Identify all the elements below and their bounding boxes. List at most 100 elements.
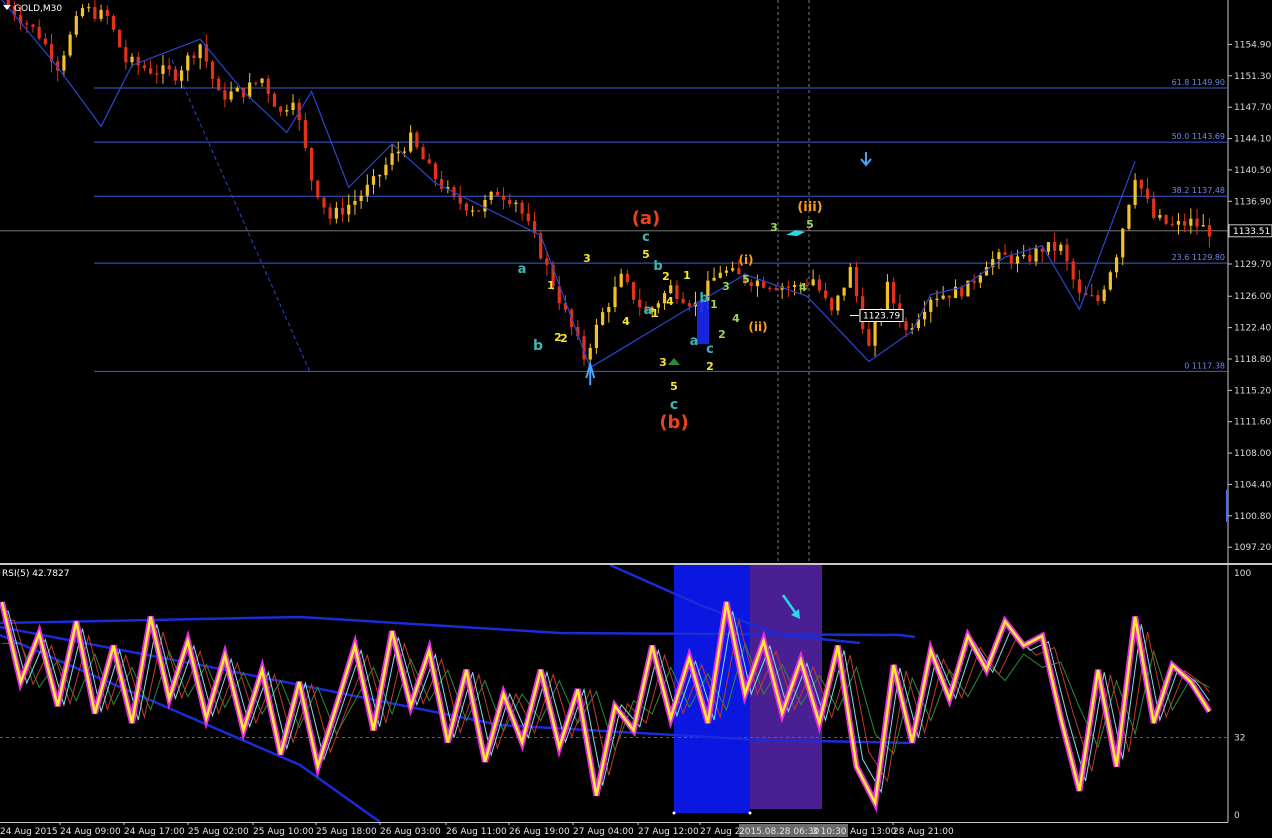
bull-candle[interactable] — [396, 151, 400, 154]
bull-candle[interactable] — [99, 9, 103, 19]
bull-candle[interactable] — [483, 199, 487, 212]
bull-candle[interactable] — [384, 164, 388, 176]
bull-candle[interactable] — [489, 191, 493, 200]
bear-candle[interactable] — [464, 203, 468, 211]
bear-candle[interactable] — [1152, 198, 1156, 218]
bear-candle[interactable] — [111, 15, 116, 30]
bull-candle[interactable] — [731, 268, 735, 271]
bull-candle[interactable] — [186, 55, 190, 71]
bear-candle[interactable] — [1065, 244, 1069, 262]
bull-candle[interactable] — [1046, 242, 1051, 252]
bull-candle[interactable] — [198, 44, 202, 59]
bull-candle[interactable] — [1133, 179, 1137, 205]
bull-candle[interactable] — [235, 87, 239, 92]
bear-candle[interactable] — [254, 82, 258, 84]
bear-candle[interactable] — [303, 120, 308, 149]
bull-candle[interactable] — [1102, 289, 1106, 302]
bear-candle[interactable] — [192, 55, 196, 59]
bear-candle[interactable] — [328, 207, 332, 219]
bear-candle[interactable] — [768, 287, 772, 290]
bear-candle[interactable] — [501, 195, 506, 200]
bull-candle[interactable] — [161, 65, 165, 74]
bear-candle[interactable] — [266, 78, 270, 94]
zigzag-wave-line[interactable] — [1, 0, 1136, 369]
bull-candle[interactable] — [836, 295, 840, 311]
bull-candle[interactable] — [873, 321, 877, 346]
bear-candle[interactable] — [854, 266, 859, 297]
bull-candle[interactable] — [669, 285, 673, 294]
bear-candle[interactable] — [272, 93, 277, 107]
bull-candle[interactable] — [1015, 256, 1020, 264]
bear-candle[interactable] — [687, 303, 691, 307]
bear-candle[interactable] — [167, 65, 171, 70]
bear-candle[interactable] — [1170, 223, 1174, 226]
bull-candle[interactable] — [842, 287, 846, 296]
bear-candle[interactable] — [1077, 279, 1081, 293]
bull-candle[interactable] — [229, 91, 233, 100]
bear-candle[interactable] — [1028, 254, 1032, 262]
bull-candle[interactable] — [1121, 228, 1125, 258]
bear-candle[interactable] — [93, 7, 97, 19]
bear-candle[interactable] — [415, 132, 419, 148]
bull-candle[interactable] — [402, 151, 407, 153]
bull-candle[interactable] — [922, 311, 927, 320]
bear-candle[interactable] — [892, 281, 896, 304]
bear-candle[interactable] — [155, 73, 159, 75]
bear-candle[interactable] — [43, 38, 47, 45]
bear-candle[interactable] — [947, 295, 951, 299]
price-chart-pane[interactable]: 1154.90 1151.30 1147.70 1144.10 1140.50 1136.… — [0, 0, 1272, 564]
bear-candle[interactable] — [340, 207, 345, 215]
bear-candle[interactable] — [786, 286, 790, 288]
bear-candle[interactable] — [1164, 215, 1168, 224]
bull-candle[interactable] — [291, 102, 295, 111]
bear-candle[interactable] — [1040, 248, 1044, 252]
bear-candle[interactable] — [149, 68, 153, 74]
bear-candle[interactable] — [1071, 261, 1075, 280]
bull-candle[interactable] — [359, 195, 363, 201]
bull-candle[interactable] — [62, 55, 66, 71]
bear-candle[interactable] — [217, 78, 221, 91]
bear-candle[interactable] — [1003, 252, 1007, 255]
bull-candle[interactable] — [390, 153, 394, 165]
bear-candle[interactable] — [1195, 218, 1199, 227]
bull-candle[interactable] — [1108, 272, 1112, 290]
bull-candle[interactable] — [997, 252, 1001, 260]
bull-candle[interactable] — [848, 266, 852, 288]
bear-candle[interactable] — [477, 210, 481, 212]
bear-candle[interactable] — [309, 148, 314, 181]
bull-candle[interactable] — [334, 207, 338, 219]
bear-candle[interactable] — [817, 279, 821, 291]
bull-candle[interactable] — [594, 324, 599, 348]
bull-candle[interactable] — [588, 347, 592, 360]
bull-candle[interactable] — [87, 7, 91, 9]
bull-candle[interactable] — [1176, 221, 1181, 225]
bull-candle[interactable] — [941, 295, 945, 299]
bull-candle[interactable] — [792, 285, 797, 288]
bull-candle[interactable] — [80, 8, 85, 17]
bull-candle[interactable] — [470, 210, 475, 212]
bull-candle[interactable] — [378, 175, 382, 177]
bear-candle[interactable] — [25, 23, 29, 25]
bear-candle[interactable] — [495, 191, 499, 196]
bear-candle[interactable] — [440, 179, 444, 189]
bull-candle[interactable] — [1189, 218, 1193, 226]
highlight-box[interactable] — [697, 300, 709, 345]
bull-candle[interactable] — [285, 110, 289, 112]
bear-candle[interactable] — [625, 273, 629, 283]
bear-candle[interactable] — [1207, 225, 1212, 237]
bear-candle[interactable] — [124, 47, 128, 63]
bull-candle[interactable] — [935, 298, 939, 300]
bear-candle[interactable] — [458, 195, 462, 204]
bull-candle[interactable] — [1158, 215, 1162, 218]
bear-candle[interactable] — [867, 329, 871, 346]
bear-candle[interactable] — [421, 147, 425, 160]
bear-candle[interactable] — [142, 65, 147, 69]
bull-candle[interactable] — [514, 202, 518, 205]
bull-candle[interactable] — [712, 277, 716, 281]
bear-candle[interactable] — [1090, 295, 1094, 297]
bear-candle[interactable] — [749, 282, 753, 287]
bear-candle[interactable] — [1183, 221, 1187, 226]
bear-candle[interactable] — [1096, 295, 1100, 302]
bear-candle[interactable] — [737, 268, 741, 275]
bear-candle[interactable] — [322, 197, 326, 208]
